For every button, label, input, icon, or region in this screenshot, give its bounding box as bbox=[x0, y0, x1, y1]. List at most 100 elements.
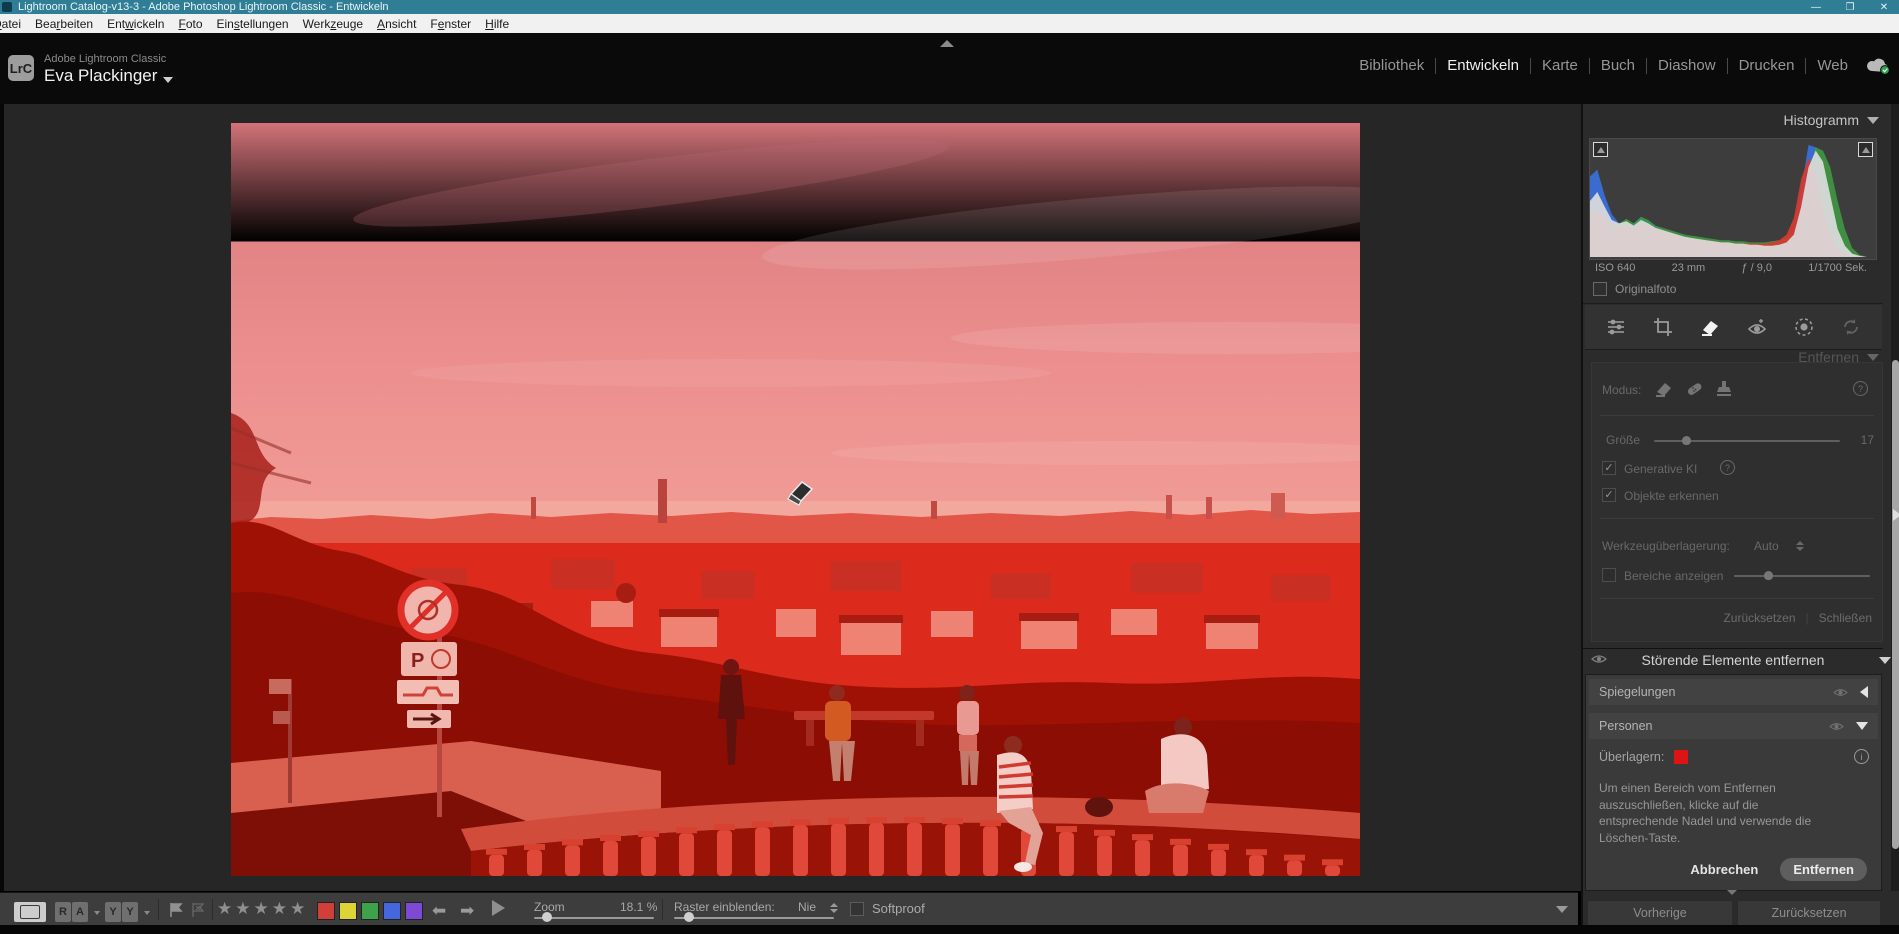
minimize-icon[interactable]: — bbox=[1801, 0, 1831, 14]
group-eye-icon[interactable] bbox=[1829, 721, 1844, 732]
remove-confirm-button[interactable]: Entfernen bbox=[1780, 858, 1867, 881]
reset-button[interactable]: Zurücksetzen bbox=[1737, 900, 1881, 926]
toolbar-options-caret-icon[interactable] bbox=[1556, 906, 1568, 913]
module-tab-drucken[interactable]: Drucken bbox=[1728, 57, 1806, 74]
red-eye-icon[interactable] bbox=[1746, 316, 1768, 338]
generative-ai-help-icon[interactable]: ? bbox=[1720, 460, 1735, 475]
size-slider[interactable] bbox=[1654, 436, 1840, 445]
distract-panel-title[interactable]: Störende Elemente entfernen bbox=[1583, 652, 1883, 668]
menu-bearbeiten[interactable]: Bearbeiten bbox=[35, 17, 93, 31]
zoom-slider[interactable] bbox=[534, 912, 654, 922]
group-expand-icon[interactable] bbox=[1856, 722, 1868, 730]
rating-star-3[interactable]: ★ bbox=[254, 899, 272, 918]
menu-foto[interactable]: Foto bbox=[178, 17, 202, 31]
slideshow-play-icon[interactable] bbox=[492, 900, 505, 916]
filmstrip-collapsed-edge[interactable] bbox=[0, 925, 1899, 934]
grid-slider-thumb[interactable] bbox=[684, 912, 694, 922]
rating-star-5[interactable]: ★ bbox=[290, 899, 308, 918]
menu-fenster[interactable]: Fenster bbox=[430, 17, 471, 31]
menu-entwickeln[interactable]: Entwickeln bbox=[107, 17, 164, 31]
crop-icon[interactable] bbox=[1652, 316, 1674, 338]
photo-canvas[interactable]: P bbox=[231, 123, 1360, 876]
tool-overlay-spinner-icon[interactable] bbox=[1796, 541, 1804, 551]
cancel-button[interactable]: Abbrechen bbox=[1690, 862, 1758, 877]
compare-view-button-1[interactable]: R bbox=[55, 902, 71, 922]
histogram-collapse-icon[interactable] bbox=[1867, 117, 1879, 124]
detect-objects-checkbox[interactable]: ✓ bbox=[1602, 488, 1616, 502]
panel-scrollbar[interactable] bbox=[1891, 104, 1899, 891]
survey-view-caret-icon[interactable] bbox=[144, 911, 150, 915]
edit-sliders-icon[interactable] bbox=[1605, 316, 1627, 338]
grid-value[interactable]: Nie bbox=[798, 900, 816, 914]
overlay-color-swatch[interactable] bbox=[1674, 750, 1689, 764]
restore-icon[interactable]: ❐ bbox=[1835, 0, 1865, 14]
mode-heal-icon[interactable] bbox=[1684, 379, 1704, 399]
identity-plate[interactable]: Eva Plackinger bbox=[44, 66, 157, 86]
grid-spinner-icon[interactable] bbox=[830, 903, 838, 913]
group-row-spiegelungen[interactable]: Spiegelungen bbox=[1589, 679, 1878, 705]
masking-icon[interactable] bbox=[1793, 316, 1815, 338]
shadow-clipping-indicator[interactable] bbox=[1593, 142, 1608, 157]
mode-clone-icon[interactable] bbox=[1714, 378, 1734, 398]
module-tab-karte[interactable]: Karte bbox=[1531, 57, 1589, 74]
flag-reject-icon[interactable] bbox=[190, 902, 206, 918]
module-tab-entwickeln[interactable]: Entwickeln bbox=[1436, 57, 1530, 74]
rating-star-4[interactable]: ★ bbox=[272, 899, 290, 918]
panel-edge-arrow-icon[interactable] bbox=[1893, 509, 1899, 521]
module-tab-web[interactable]: Web bbox=[1806, 57, 1859, 74]
mode-help-icon[interactable]: ? bbox=[1853, 381, 1868, 396]
rating-stars[interactable]: ★★★★★ bbox=[217, 899, 308, 919]
menu-werkzeuge[interactable]: Werkzeuge bbox=[303, 17, 363, 31]
color-label-4[interactable] bbox=[383, 902, 401, 920]
histogram[interactable] bbox=[1589, 138, 1877, 260]
identity-caret-icon[interactable] bbox=[163, 77, 173, 83]
distract-collapse-icon[interactable] bbox=[1879, 657, 1891, 664]
module-tab-buch[interactable]: Buch bbox=[1590, 57, 1646, 74]
show-areas-slider-thumb[interactable] bbox=[1764, 571, 1773, 580]
survey-view-button-2[interactable]: Y bbox=[122, 902, 138, 922]
compare-view-caret-icon[interactable] bbox=[94, 911, 100, 915]
close-icon[interactable]: ✕ bbox=[1869, 0, 1899, 14]
grid-slider[interactable] bbox=[674, 912, 834, 922]
color-label-2[interactable] bbox=[339, 902, 357, 920]
compare-view-button-2[interactable]: A bbox=[72, 902, 88, 922]
tool-overlay-value[interactable]: Auto bbox=[1754, 539, 1779, 553]
rating-star-1[interactable]: ★ bbox=[217, 899, 235, 918]
remove-eraser-icon[interactable] bbox=[1699, 316, 1721, 338]
color-label-3[interactable] bbox=[361, 902, 379, 920]
group-expand-icon[interactable] bbox=[1860, 686, 1868, 698]
previous-button[interactable]: Vorherige bbox=[1587, 900, 1733, 926]
module-tab-diashow[interactable]: Diashow bbox=[1647, 57, 1727, 74]
mode-eraser-icon[interactable] bbox=[1654, 379, 1674, 399]
show-areas-slider[interactable] bbox=[1734, 571, 1870, 580]
color-label-5[interactable] bbox=[405, 902, 423, 920]
overlay-info-icon[interactable]: i bbox=[1854, 749, 1869, 764]
generative-ai-checkbox[interactable]: ✓ bbox=[1602, 461, 1616, 475]
loupe-view-button[interactable] bbox=[14, 902, 46, 922]
menu-einstellungen[interactable]: Einstellungen bbox=[217, 17, 289, 31]
menu-datei[interactable]: Datei bbox=[0, 17, 21, 31]
highlight-clipping-indicator[interactable] bbox=[1858, 142, 1873, 157]
zoom-slider-thumb[interactable] bbox=[542, 912, 552, 922]
collapse-top-panel-icon[interactable] bbox=[940, 40, 954, 47]
previous-photo-arrow-icon[interactable]: ⬅ bbox=[432, 901, 446, 921]
size-slider-thumb[interactable] bbox=[1682, 436, 1691, 445]
module-tab-bibliothek[interactable]: Bibliothek bbox=[1348, 57, 1435, 74]
menu-ansicht[interactable]: Ansicht bbox=[377, 17, 416, 31]
next-photo-arrow-icon[interactable]: ➡ bbox=[460, 901, 474, 921]
remove-close-button[interactable]: Schließen bbox=[1819, 611, 1872, 625]
histogram-panel-title[interactable]: Histogramm bbox=[1784, 112, 1859, 128]
show-areas-checkbox[interactable] bbox=[1602, 568, 1616, 582]
flag-pick-icon[interactable] bbox=[168, 902, 184, 918]
survey-view-button-1[interactable]: Y bbox=[105, 902, 121, 922]
menu-hilfe[interactable]: Hilfe bbox=[485, 17, 509, 31]
rating-star-2[interactable]: ★ bbox=[235, 899, 253, 918]
color-label-1[interactable] bbox=[317, 902, 335, 920]
softproof-checkbox[interactable] bbox=[850, 901, 864, 916]
group-row-personen[interactable]: Personen bbox=[1589, 713, 1878, 739]
sync-icon[interactable] bbox=[1840, 316, 1862, 338]
panel-scrollbar-thumb[interactable] bbox=[1892, 360, 1899, 849]
original-photo-checkbox[interactable] bbox=[1593, 282, 1607, 296]
group-eye-icon[interactable] bbox=[1833, 687, 1848, 698]
cloud-sync-icon[interactable] bbox=[1865, 57, 1891, 75]
